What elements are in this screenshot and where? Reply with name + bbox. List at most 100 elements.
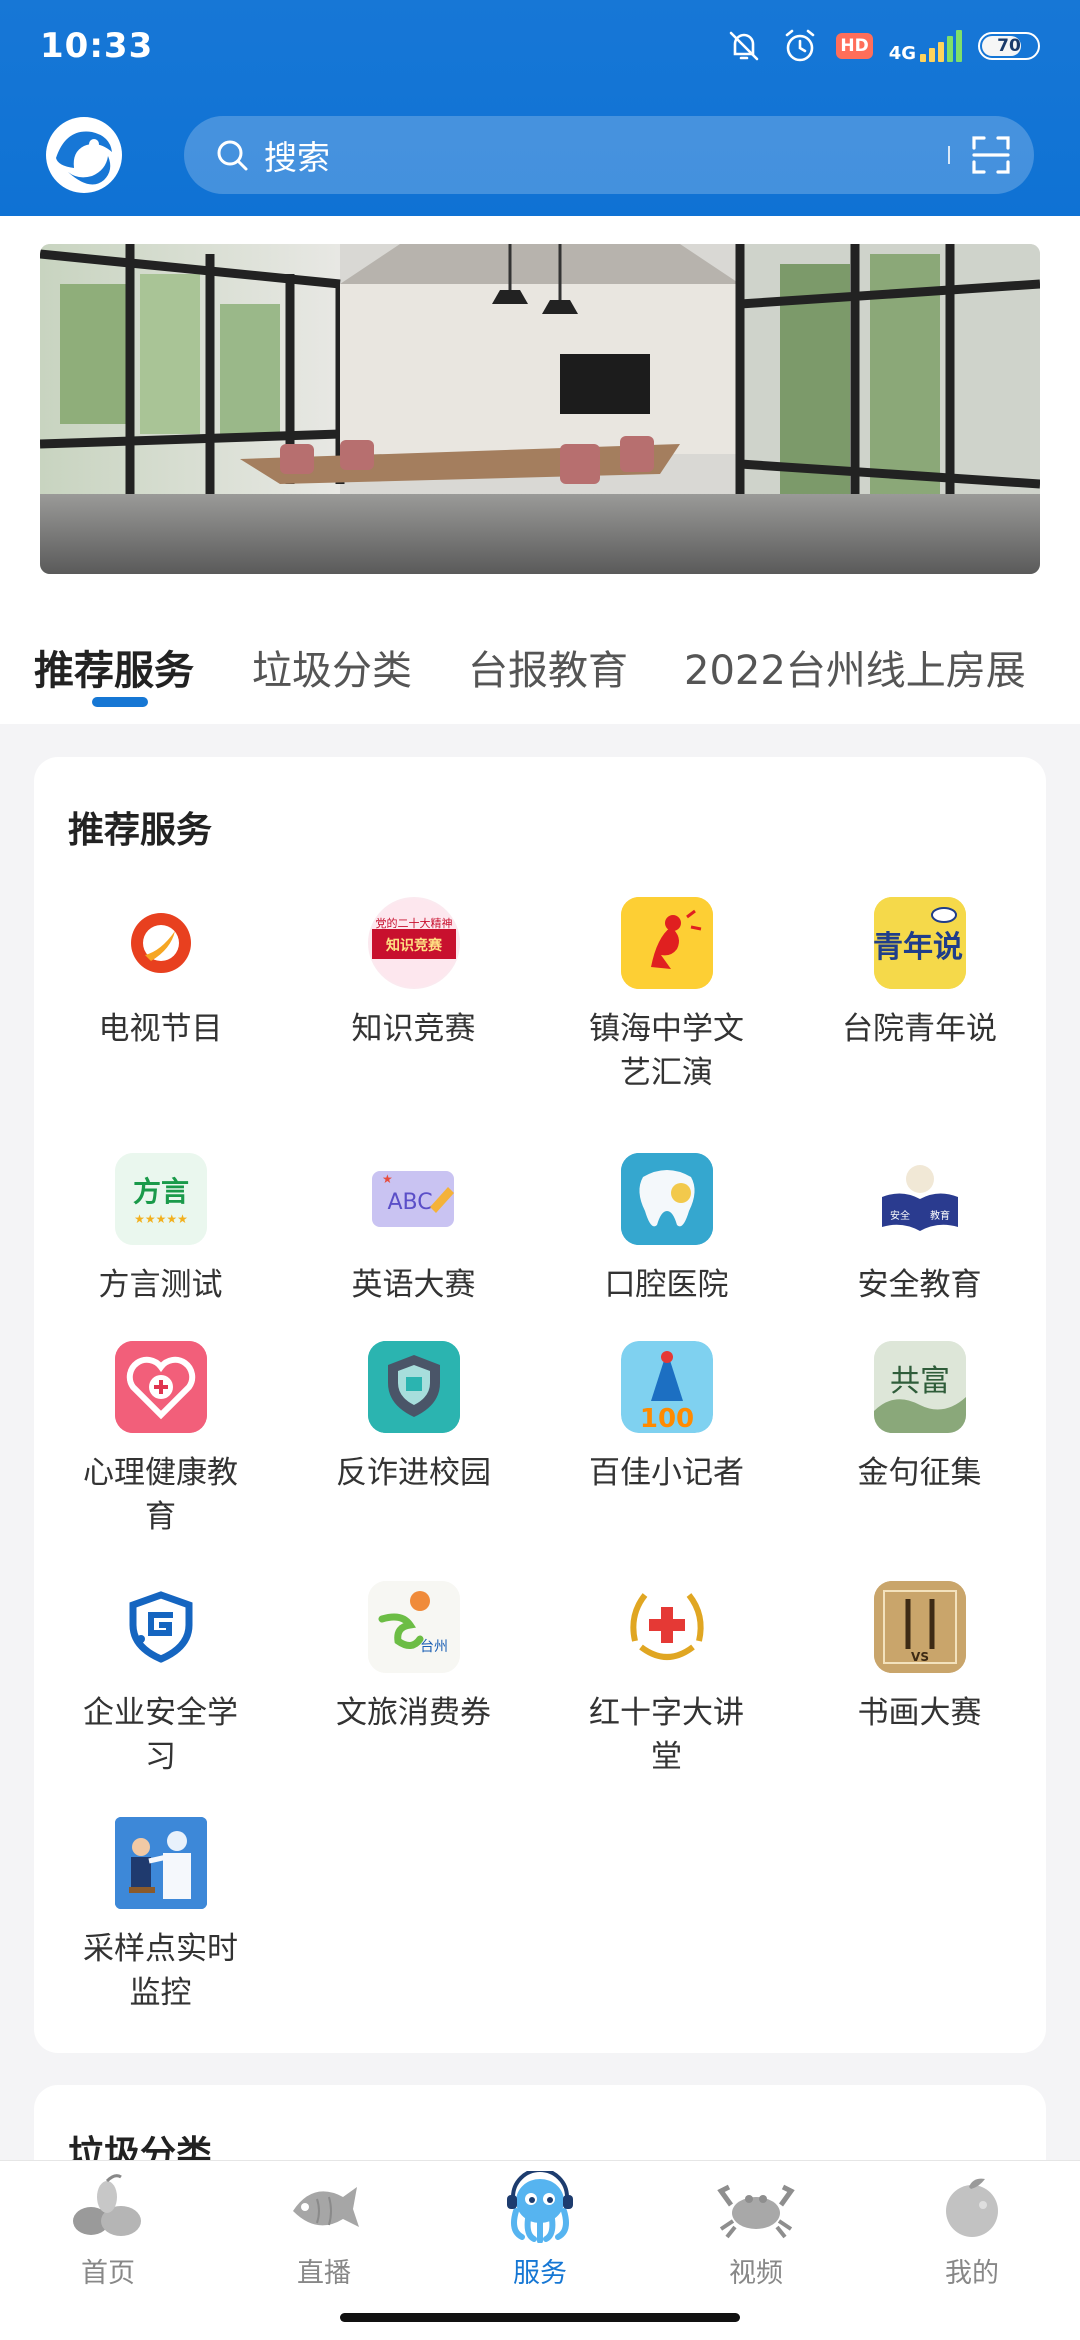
service-label: 英语大赛 — [351, 1267, 476, 1303]
search-placeholder: 搜索 — [264, 138, 330, 177]
search-bar[interactable]: 搜索 — [184, 116, 1034, 194]
service-label: 台院青年说 — [842, 1011, 997, 1047]
service-label: 方言测试 — [98, 1267, 223, 1303]
service-item-tv-program[interactable]: 电视节目 — [34, 897, 287, 1051]
service-item-safety-education[interactable]: 安全 教育 安全 教育 — [793, 1153, 1046, 1307]
alarm-icon — [780, 26, 820, 66]
calligraphy-contest-icon: VS — [873, 1581, 966, 1673]
profile-orange-icon — [946, 2178, 998, 2237]
service-label: 口腔医院 — [604, 1267, 729, 1303]
signal-indicator: 4G — [888, 30, 962, 64]
tab-garbage-sorting[interactable]: 垃圾分类 — [252, 638, 412, 696]
service-item-red-cross[interactable]: 红十字大讲堂 — [540, 1581, 793, 1779]
service-label: 文旅消费券 — [336, 1695, 491, 1731]
category-tabs: 推荐服务 垃圾分类 台报教育 2022台州线上房展 — [0, 590, 1080, 724]
service-label: 企业安全学习 — [83, 1695, 238, 1775]
battery-level: 70 — [997, 36, 1021, 56]
service-label: 电视节目 — [98, 1011, 223, 1047]
svg-text:★★★★★: ★★★★★ — [134, 1212, 188, 1226]
badge-top-text: 党的二十大精神 — [375, 916, 452, 930]
red-cross-icon — [621, 1581, 713, 1673]
badge-main-text: 知识竞赛 — [386, 937, 443, 954]
tab-recommended[interactable]: 推荐服务 — [34, 638, 194, 696]
golden-quote-icon: 共富 — [873, 1341, 966, 1433]
tab-housing-expo[interactable]: 2022台州线上房展 — [684, 638, 1026, 696]
video-crab-icon — [717, 2184, 795, 2239]
service-item-knowledge-contest[interactable]: 党的二十大精神 知识竞赛 知识竞赛 — [287, 897, 540, 1051]
nav-label: 服务 — [513, 2258, 567, 2289]
search-divider — [948, 146, 950, 164]
tv-program-icon — [115, 897, 207, 989]
service-item-youth-talk[interactable]: 青年说 台院青年说 — [793, 897, 1046, 1051]
tourism-voucher-icon: 台州 — [367, 1581, 460, 1673]
nav-services[interactable]: 服务 — [432, 2168, 648, 2290]
section-title: 推荐服务 — [68, 810, 213, 851]
service-item-dialect-test[interactable]: 方言 ★★★★★ 方言测试 — [34, 1153, 287, 1307]
service-label: 金句征集 — [857, 1455, 982, 1491]
app-logo[interactable] — [38, 114, 130, 196]
app-header: 10:33 HD 4G 70 搜索 — [0, 0, 1080, 216]
status-icons: HD 4G 70 — [724, 26, 1040, 66]
sampling-monitor-icon — [114, 1817, 207, 1909]
scan-icon[interactable] — [970, 134, 1012, 176]
service-item-young-reporter[interactable]: 100 百佳小记者 — [540, 1341, 793, 1495]
english-contest-icon: ABC ★ — [368, 1153, 460, 1245]
service-item-english-contest[interactable]: ABC ★ 英语大赛 — [287, 1153, 540, 1307]
badge-main-text: 方言 — [132, 1175, 188, 1208]
nav-label: 直播 — [297, 2258, 351, 2289]
service-item-calligraphy-contest[interactable]: VS 书画大赛 — [793, 1581, 1046, 1735]
hd-badge: HD — [836, 33, 873, 59]
youth-talk-icon: 青年说 — [873, 897, 966, 989]
badge-left-text: 安全 — [890, 1209, 910, 1222]
service-item-enterprise-safety[interactable]: 企业安全学习 — [34, 1581, 287, 1779]
service-item-sampling-monitor[interactable]: 采样点实时监控 — [34, 1817, 287, 2015]
home-icon — [73, 2174, 141, 2236]
young-reporter-icon: 100 — [620, 1341, 713, 1433]
nav-home[interactable]: 首页 — [0, 2171, 216, 2290]
search-icon — [217, 140, 248, 171]
tab-active-indicator — [92, 697, 148, 707]
service-item-anti-fraud[interactable]: 反诈进校园 — [287, 1341, 540, 1495]
badge-main-text: 台州 — [420, 1639, 448, 1655]
service-label: 知识竞赛 — [351, 1011, 476, 1047]
battery-icon: 70 — [978, 32, 1040, 60]
network-type: 4G — [888, 43, 916, 64]
badge-main-text: ABC — [387, 1190, 432, 1215]
banner-image[interactable] — [40, 244, 1040, 574]
mental-health-icon — [114, 1341, 207, 1433]
recommended-services-card: 推荐服务 电视节目 党的二十大精神 知识竞赛 知识竞赛 镇海中学文艺汇演 青年说 … — [34, 757, 1046, 2053]
tab-education[interactable]: 台报教育 — [468, 638, 628, 696]
service-label: 书画大赛 — [857, 1695, 982, 1731]
nav-mine[interactable]: 我的 — [864, 2171, 1080, 2290]
services-octopus-icon — [507, 2168, 573, 2244]
nav-label: 视频 — [729, 2258, 783, 2289]
knowledge-contest-icon: 党的二十大精神 知识竞赛 — [367, 897, 460, 989]
service-label: 心理健康教育 — [83, 1455, 238, 1535]
nav-label: 我的 — [945, 2258, 999, 2289]
status-bar: 10:33 HD 4G 70 — [0, 0, 1080, 100]
nav-label: 首页 — [81, 2258, 135, 2289]
badge-main-text: 100 — [639, 1404, 693, 1433]
service-item-dental-hospital[interactable]: 口腔医院 — [540, 1153, 793, 1307]
safety-education-icon: 安全 教育 — [874, 1153, 966, 1245]
service-item-tourism-voucher[interactable]: 台州 文旅消费券 — [287, 1581, 540, 1735]
badge-main-text: VS — [911, 1650, 929, 1664]
service-item-art-performance[interactable]: 镇海中学文艺汇演 — [540, 897, 793, 1095]
service-label: 反诈进校园 — [336, 1455, 491, 1491]
nav-live[interactable]: 直播 — [216, 2171, 432, 2290]
dialect-test-icon: 方言 ★★★★★ — [114, 1153, 207, 1245]
badge-right-text: 教育 — [930, 1209, 950, 1222]
service-label: 采样点实时监控 — [83, 1931, 238, 2011]
signal-bars-icon — [920, 30, 962, 62]
service-item-golden-quote[interactable]: 共富 金句征集 — [793, 1341, 1046, 1495]
art-performance-icon — [620, 897, 713, 989]
service-label: 红十字大讲堂 — [589, 1695, 744, 1775]
nav-video[interactable]: 视频 — [648, 2171, 864, 2290]
live-fish-icon — [293, 2187, 359, 2227]
service-item-mental-health[interactable]: 心理健康教育 — [34, 1341, 287, 1539]
badge-main-text: 青年说 — [874, 930, 963, 965]
status-time: 10:33 — [40, 26, 154, 66]
enterprise-safety-icon — [115, 1581, 207, 1673]
anti-fraud-icon — [367, 1341, 460, 1433]
dental-hospital-icon — [620, 1153, 713, 1245]
